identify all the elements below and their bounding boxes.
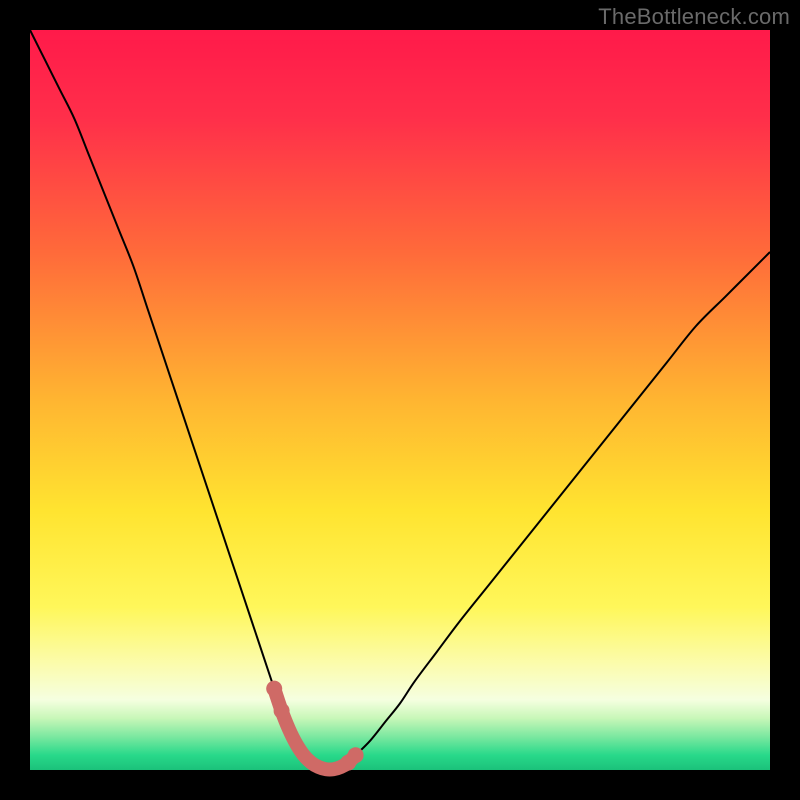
plot-background: [30, 30, 770, 770]
chart-frame: TheBottleneck.com: [0, 0, 800, 800]
highlight-dot: [274, 703, 290, 719]
watermark-text: TheBottleneck.com: [598, 4, 790, 30]
highlight-dot: [348, 747, 364, 763]
bottleneck-chart: [0, 0, 800, 800]
highlight-dot: [266, 681, 282, 697]
